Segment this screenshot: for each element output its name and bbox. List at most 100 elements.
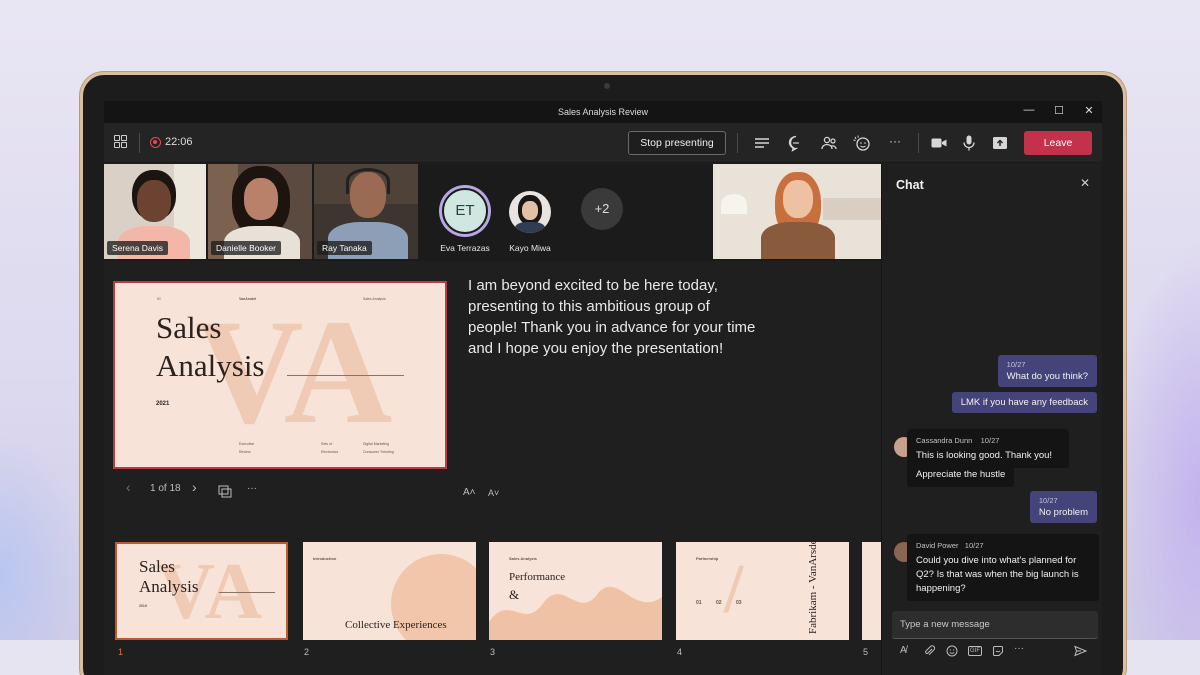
message-sender: David Power [916,541,959,550]
agenda-icon[interactable] [752,133,772,153]
message-input[interactable]: Type a new message [892,611,1098,639]
leave-button[interactable]: Leave [1024,131,1092,155]
chat-message-received: Appreciate the hustle [907,463,1015,487]
slide-sorter-icon[interactable] [218,485,232,498]
message-time: 10/27 [1038,496,1058,505]
slide-watermark: / [724,551,744,628]
face-shape [244,178,278,220]
slide-text: Digital Marketing [363,442,390,446]
attach-icon[interactable] [924,645,935,657]
previous-slide-icon[interactable]: ‹ [126,479,131,495]
camera-icon[interactable] [929,133,949,153]
thumb-stat: 03 [736,600,742,606]
more-compose-options-icon[interactable]: ··· [1014,643,1024,654]
thumb-stat: 02 [716,600,722,606]
avatar [509,191,551,233]
background-wash-left [0,430,90,675]
send-icon[interactable] [1074,645,1087,657]
presenter-video[interactable] [713,164,881,259]
message-time: 10/27 [964,541,984,550]
thumb-title: Collective Experiences [345,619,447,631]
slide-text: Electronics [321,450,339,454]
minimize-button[interactable]: — [1022,104,1036,116]
thumb-number: 3 [490,647,496,657]
slide-thumbnail[interactable]: Sales Analysis Performance & [489,542,662,640]
toolbar-divider [918,133,919,153]
thumb-stat: 01 [696,600,702,606]
message-sender: Cassandra Dunn [916,436,973,445]
sticker-icon[interactable] [992,645,1004,657]
message-text: This is looking good. Thank you! [916,450,1053,461]
layout-grid-icon[interactable] [114,135,128,149]
participant-tile[interactable]: Ray Tanaka [314,164,418,259]
thumb-heading: Sales Analysis [509,556,537,561]
participant-name: Kayo Miwa [509,243,551,253]
slide-year: 2021 [156,401,170,407]
speaker-notes: I am beyond excited to be here today, pr… [468,277,756,357]
message-meta: David Power 10/27 [916,539,1090,553]
slide-rule [287,375,404,376]
title-bar: Sales Analysis Review — ☐ ✕ [104,101,1102,123]
slide-thumbnail[interactable]: / Partnership 01 02 03 Fabrikam - VanArs… [676,542,849,640]
slide-thumbnail[interactable]: VA Sales Analysis 2019 [115,542,288,640]
shirt-shape [761,222,835,259]
chat-icon[interactable] [786,133,806,153]
slide-text: Executive [239,442,255,446]
thumb-title: Sales [139,557,175,576]
participant-tile[interactable]: ET Eva Terrazas [420,164,510,259]
message-text: What do you think? [1006,371,1088,382]
participant-name: Ray Tanaka [317,241,372,255]
thumb-number: 1 [118,647,124,657]
chat-message-sent: 10/27 What do you think? [997,355,1097,387]
more-participants-button[interactable]: +2 [581,188,623,230]
participant-name: Serena Davis [107,241,169,255]
close-icon[interactable]: ✕ [1080,176,1090,190]
next-slide-icon[interactable]: › [192,479,197,495]
participant-strip: Serena Davis Danielle Booker Ray Tanaka … [104,164,881,261]
slide-number: 01 [157,297,161,301]
reactions-icon[interactable] [852,133,872,153]
window-title: Sales Analysis Review [557,107,649,117]
format-icon[interactable]: A̸ [900,645,907,656]
headset-icon [346,168,390,194]
message-text: LMK if you have any feedback [960,397,1088,408]
slide-rule [219,592,275,593]
participant-tile[interactable]: Serena Davis [104,164,206,259]
recording-icon [150,137,161,148]
microphone-icon[interactable] [959,133,979,153]
chat-message-sent: 10/27 No problem [1029,491,1097,523]
participant-tile[interactable]: Kayo Miwa [498,164,562,259]
stop-presenting-button[interactable]: Stop presenting [628,131,726,155]
participants-icon[interactable] [819,133,839,153]
message-time: 10/27 [980,436,1000,445]
maximize-button[interactable]: ☐ [1052,104,1066,117]
gif-icon[interactable]: GIF [968,646,982,656]
slide-thumbnail[interactable]: Introduction Collective Experiences [303,542,476,640]
lamp-shape [721,194,747,214]
more-options-button[interactable]: ··· [889,134,909,154]
thumb-title: Analysis [139,577,199,596]
emoji-icon[interactable] [946,645,958,657]
slide-title-line1: Sales [156,310,222,345]
font-increase-button[interactable]: A˄ [463,487,476,498]
slide-brand: VanArsdel [239,297,257,301]
close-window-button[interactable]: ✕ [1082,104,1096,117]
slide-thumbnail[interactable] [862,542,881,640]
thumb-heading: Partnership [696,556,719,561]
presentation-stage: VA 01 VanArsdel Sales Analysis Sales Ana… [104,261,881,675]
avatar-initials: ET [442,188,488,234]
thumb-number: 5 [863,647,869,657]
toolbar-divider [737,133,738,153]
slide-more-button[interactable]: ··· [247,483,257,494]
slide-label: Sales Analysis [363,297,386,301]
message-time: 10/27 [1006,360,1026,369]
participant-name: Danielle Booker [211,241,282,255]
slide-thumbnail-strip: VA Sales Analysis 2019 1 Introduction Co… [104,537,881,675]
current-slide: VA 01 VanArsdel Sales Analysis Sales Ana… [113,281,447,469]
chat-message-sent: LMK if you have any feedback [951,392,1097,413]
chat-title: Chat [896,178,924,192]
thumb-title: Performance [509,571,566,583]
font-decrease-button[interactable]: A˅ [488,488,499,498]
participant-tile[interactable]: Danielle Booker [208,164,312,259]
share-screen-icon[interactable] [990,133,1010,153]
